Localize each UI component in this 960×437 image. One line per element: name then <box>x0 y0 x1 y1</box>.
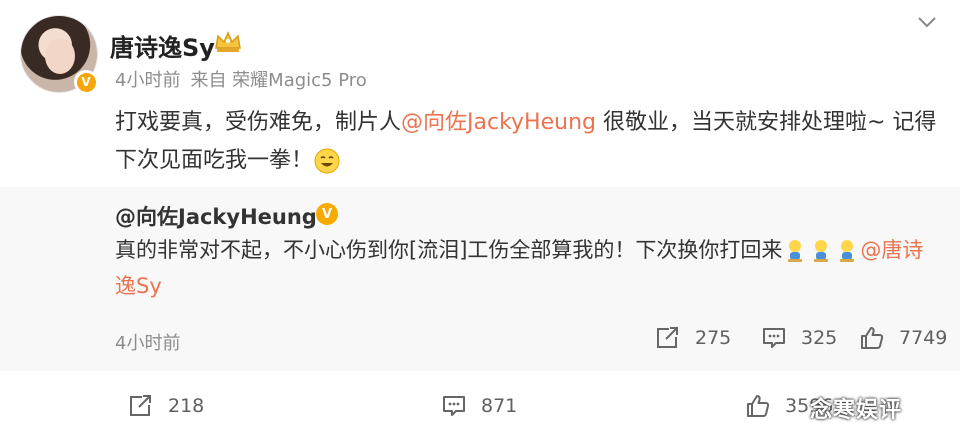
bowing-emoji-icon <box>814 240 829 262</box>
comment-icon <box>763 328 785 348</box>
retweet-repost-button[interactable]: 275 <box>655 326 731 350</box>
footer-repost-button[interactable]: 218 <box>128 394 204 418</box>
avatar-face <box>45 38 75 74</box>
post-username[interactable]: 唐诗逸Sy <box>110 28 215 63</box>
post-meta: 4小时前 来自 荣耀Magic5 Pro <box>115 66 367 92</box>
retweet-comment-count: 325 <box>801 327 838 349</box>
footer-repost-count: 218 <box>168 395 205 417</box>
post-source[interactable]: 来自 荣耀Magic5 Pro <box>190 70 366 91</box>
comment-icon <box>443 396 465 416</box>
crown-icon[interactable] <box>213 28 243 54</box>
mention-link[interactable]: @向佐JackyHeung <box>401 110 596 135</box>
post-time: 4小时前 <box>115 70 181 91</box>
weibo-post: V 唐诗逸Sy 4小时前 来自 荣耀Magic5 Pro 打戏要真，受伤难免，制片… <box>0 0 960 437</box>
post-content: 打戏要真，受伤难免，制片人@向佐JackyHeung 很敬业，当天就安排处理啦~… <box>115 104 945 180</box>
watermark: 念寒娱评 <box>810 398 903 423</box>
retweet-text-body: 真的非常对不起，不小心伤到你[流泪]工伤全部算我的！下次换你打回来 <box>115 238 783 262</box>
verified-v-icon: V <box>316 203 338 225</box>
retweet-repost-count: 275 <box>695 327 732 349</box>
like-icon <box>747 395 770 417</box>
retweet-like-count: 7749 <box>899 327 948 349</box>
chevron-down-icon[interactable] <box>916 14 938 30</box>
retweet-text: 真的非常对不起，不小心伤到你[流泪]工伤全部算我的！下次换你打回来 @唐诗逸Sy <box>115 232 935 304</box>
repost-icon <box>130 395 151 416</box>
footer-comment-count: 871 <box>481 395 518 417</box>
bowing-emoji-icon <box>788 240 803 262</box>
verified-badge-icon: V <box>74 70 98 94</box>
retweet-username[interactable]: @向佐JackyHeung <box>115 201 317 231</box>
retweet-like-button[interactable]: 7749 <box>859 326 947 350</box>
retweet-time: 4小时前 <box>115 333 181 354</box>
repost-icon <box>657 327 678 348</box>
content-text-before: 打戏要真，受伤难免，制片人 <box>115 110 402 135</box>
retweet-comment-button[interactable]: 325 <box>761 326 837 350</box>
laughing-emoji-icon <box>314 148 340 174</box>
retweet-block[interactable]: @向佐JackyHeung V 真的非常对不起，不小心伤到你[流泪]工伤全部算我… <box>0 187 960 371</box>
like-icon <box>861 327 884 349</box>
footer-comment-button[interactable]: 871 <box>441 394 517 418</box>
bowing-emoji-icon <box>840 240 855 262</box>
